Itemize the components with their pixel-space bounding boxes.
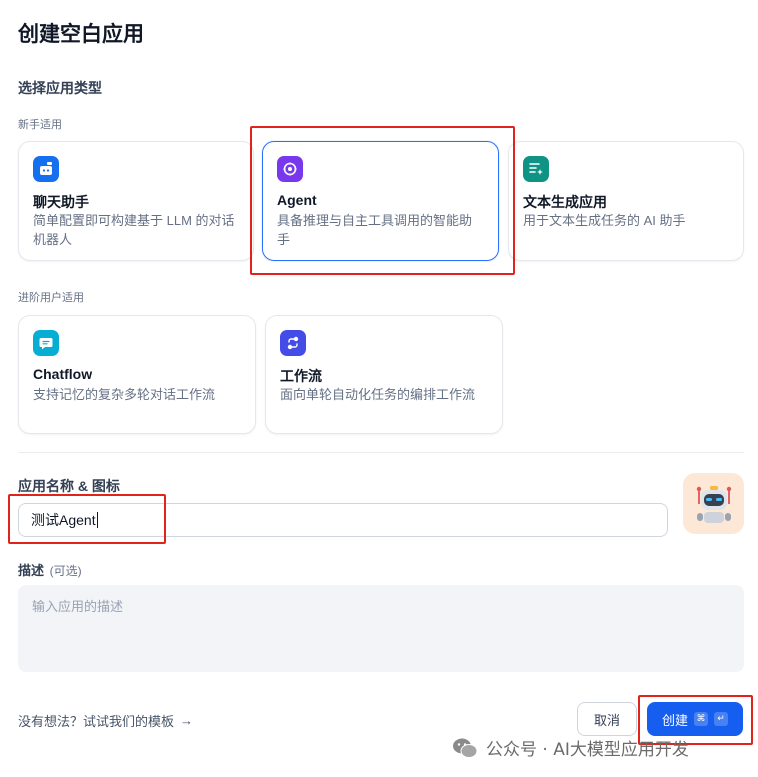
section-divider xyxy=(18,452,744,453)
app-name-label: 应用名称 & 图标 xyxy=(18,478,120,494)
beginner-group-label: 新手适用 xyxy=(18,119,62,131)
dialog-title: 创建空白应用 xyxy=(18,23,144,46)
card-title: 聊天助手 xyxy=(33,194,89,210)
description-label-row: 描述 (可选) xyxy=(18,560,82,579)
card-desc-line: 面向单轮自动化任务的编排工作流 xyxy=(280,387,476,402)
app-type-card-chatbot[interactable]: 聊天助手 简单配置即可构建基于 LLM 的对话 机器人 xyxy=(18,141,254,261)
description-textarea[interactable]: 输入应用的描述 xyxy=(18,585,744,672)
create-button-label: 创建 xyxy=(661,712,688,728)
command-key-icon: ⌘ xyxy=(694,712,708,726)
watermark: 公众号 · AI大模型应用开发 xyxy=(452,735,689,760)
advanced-group-label: 进阶用户适用 xyxy=(18,292,84,304)
enter-key-icon: ↵ xyxy=(714,712,728,726)
card-desc-line: 简单配置即可构建基于 LLM 的对话 xyxy=(33,213,235,228)
cancel-button[interactable]: 取消 xyxy=(577,702,637,736)
card-description: 支持记忆的复杂多轮对话工作流 xyxy=(33,385,215,404)
card-description: 用于文本生成任务的 AI 助手 xyxy=(523,211,686,230)
chatflow-icon xyxy=(33,330,59,356)
chat-bot-icon xyxy=(33,156,59,182)
card-desc-line: 用于文本生成任务的 AI 助手 xyxy=(523,213,686,228)
app-name-input[interactable]: 测试Agent xyxy=(18,503,668,537)
card-description: 具备推理与自主工具调用的智能助 手 xyxy=(277,211,472,249)
create-button[interactable]: 创建 ⌘ ↵ xyxy=(647,702,743,736)
optional-hint: (可选) xyxy=(49,564,82,578)
app-name-value: 测试Agent xyxy=(31,512,96,528)
template-link-text: 没有想法？试试我们的模板 xyxy=(18,714,175,729)
card-description: 面向单轮自动化任务的编排工作流 xyxy=(280,385,475,404)
watermark-text: 公众号 · AI大模型应用开发 xyxy=(486,740,689,760)
text-generation-icon xyxy=(523,156,549,182)
select-type-label: 选择应用类型 xyxy=(18,80,102,96)
card-title: 文本生成应用 xyxy=(523,194,607,210)
agent-icon xyxy=(277,156,303,182)
arrow-right-icon: → xyxy=(180,713,194,728)
card-desc-line: 机器人 xyxy=(33,232,73,247)
card-description: 简单配置即可构建基于 LLM 的对话 机器人 xyxy=(33,211,235,249)
app-type-card-agent[interactable]: Agent 具备推理与自主工具调用的智能助 手 xyxy=(262,141,499,261)
card-desc-line: 支持记忆的复杂多轮对话工作流 xyxy=(33,387,216,402)
wechat-logo-icon xyxy=(453,738,478,758)
app-type-card-workflow[interactable]: 工作流 面向单轮自动化任务的编排工作流 xyxy=(265,315,503,434)
app-type-card-text-generation[interactable]: 文本生成应用 用于文本生成任务的 AI 助手 xyxy=(508,141,744,261)
app-type-card-chatflow[interactable]: Chatflow 支持记忆的复杂多轮对话工作流 xyxy=(18,315,256,434)
card-desc-line: 手 xyxy=(277,232,291,247)
description-label: 描述 xyxy=(18,563,45,578)
card-title: Chatflow xyxy=(33,366,93,382)
description-placeholder: 输入应用的描述 xyxy=(32,599,124,614)
card-title: 工作流 xyxy=(280,368,322,384)
card-title: Agent xyxy=(277,192,317,208)
app-icon-picker[interactable] xyxy=(683,473,744,534)
workflow-icon xyxy=(280,330,306,356)
robot-emoji-icon xyxy=(696,485,731,523)
card-desc-line: 具备推理与自主工具调用的智能助 xyxy=(277,213,473,228)
template-link[interactable]: 没有想法？试试我们的模板 → xyxy=(18,711,193,730)
text-caret xyxy=(96,512,98,528)
